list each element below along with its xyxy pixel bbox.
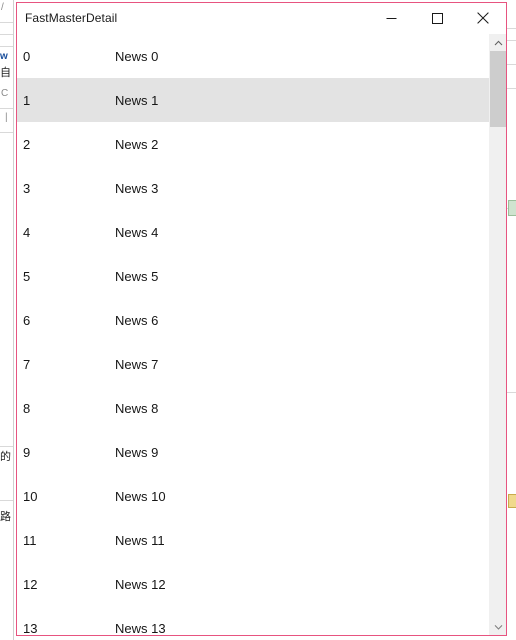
application-window: FastMasterDetail 0 News 0 1 News 1 2 New… xyxy=(16,2,507,636)
minimize-button[interactable] xyxy=(368,3,414,33)
row-title: News 1 xyxy=(115,92,159,108)
background-rule xyxy=(0,500,14,501)
list-row[interactable]: 0 News 0 xyxy=(17,34,489,78)
list-row[interactable]: 10 News 10 xyxy=(17,474,489,518)
background-rule xyxy=(506,88,516,89)
background-rule xyxy=(0,108,14,109)
scrollbar-track[interactable] xyxy=(490,51,506,618)
background-rule xyxy=(0,132,14,133)
vertical-scrollbar[interactable] xyxy=(489,34,506,635)
scroll-up-button[interactable] xyxy=(490,34,506,51)
background-rule xyxy=(0,22,14,23)
background-text-fragment: 自 xyxy=(0,67,11,79)
background-divider xyxy=(13,0,14,640)
background-text-fragment: 的 xyxy=(0,451,11,463)
row-id: 9 xyxy=(23,444,31,460)
minimize-icon xyxy=(386,13,397,24)
background-rule xyxy=(0,446,14,447)
row-title: News 0 xyxy=(115,48,159,64)
row-title: News 7 xyxy=(115,356,159,372)
master-list[interactable]: 0 News 0 1 News 1 2 News 2 3 News 3 4 News 4 5 News… xyxy=(17,34,489,635)
row-id: 1 xyxy=(23,92,31,108)
row-id: 8 xyxy=(23,400,31,416)
row-id: 12 xyxy=(23,576,38,592)
background-rule xyxy=(506,392,516,393)
background-text-fragment: w xyxy=(0,51,8,62)
row-id: 2 xyxy=(23,136,31,152)
background-swatch xyxy=(508,200,516,216)
chevron-down-icon xyxy=(494,624,503,630)
row-title: News 11 xyxy=(115,532,165,548)
row-title: News 9 xyxy=(115,444,159,460)
close-icon xyxy=(477,12,489,24)
row-title: News 12 xyxy=(115,576,166,592)
close-button[interactable] xyxy=(460,3,506,33)
list-row[interactable]: 12 News 12 xyxy=(17,562,489,606)
background-text-fragment: | xyxy=(5,112,8,123)
list-row[interactable]: 3 News 3 xyxy=(17,166,489,210)
background-swatch xyxy=(508,494,516,508)
list-row[interactable]: 9 News 9 xyxy=(17,430,489,474)
background-rule xyxy=(506,40,516,41)
background-rule xyxy=(0,46,14,47)
row-id: 10 xyxy=(23,488,38,504)
row-title: News 13 xyxy=(115,620,166,636)
background-right-strip xyxy=(506,0,516,640)
row-title: News 4 xyxy=(115,224,159,240)
row-title: News 3 xyxy=(115,180,159,196)
row-title: News 6 xyxy=(115,312,159,328)
list-row[interactable]: 4 News 4 xyxy=(17,210,489,254)
background-text-fragment: 路 xyxy=(0,511,11,523)
row-id: 4 xyxy=(23,224,31,240)
row-title: News 10 xyxy=(115,488,166,504)
background-rule xyxy=(506,64,516,65)
list-row[interactable]: 13 News 13 xyxy=(17,606,489,635)
list-row[interactable]: 8 News 8 xyxy=(17,386,489,430)
row-id: 3 xyxy=(23,180,31,196)
row-id: 13 xyxy=(23,620,38,636)
content-area: 0 News 0 1 News 1 2 News 2 3 News 3 4 News 4 5 News… xyxy=(17,34,506,635)
row-title: News 5 xyxy=(115,268,159,284)
maximize-icon xyxy=(431,12,443,24)
row-id: 11 xyxy=(23,532,37,548)
row-id: 5 xyxy=(23,268,31,284)
scrollbar-thumb[interactable] xyxy=(490,51,506,127)
row-title: News 2 xyxy=(115,136,159,152)
list-row[interactable]: 1 News 1 xyxy=(17,78,489,122)
background-text-fragment: / xyxy=(1,2,4,13)
background-text-fragment: C xyxy=(1,88,9,99)
list-row[interactable]: 2 News 2 xyxy=(17,122,489,166)
scroll-down-button[interactable] xyxy=(490,618,506,635)
chevron-up-icon xyxy=(494,40,503,46)
window-title: FastMasterDetail xyxy=(25,11,118,25)
row-title: News 8 xyxy=(115,400,159,416)
list-row[interactable]: 7 News 7 xyxy=(17,342,489,386)
row-id: 6 xyxy=(23,312,31,328)
list-row[interactable]: 11 News 11 xyxy=(17,518,489,562)
list-row[interactable]: 6 News 6 xyxy=(17,298,489,342)
background-rule xyxy=(0,34,14,35)
background-rule xyxy=(506,28,516,29)
title-bar[interactable]: FastMasterDetail xyxy=(17,3,506,34)
list-row[interactable]: 5 News 5 xyxy=(17,254,489,298)
maximize-button[interactable] xyxy=(414,3,460,33)
window-controls xyxy=(368,3,506,33)
row-id: 0 xyxy=(23,48,31,64)
row-id: 7 xyxy=(23,356,31,372)
